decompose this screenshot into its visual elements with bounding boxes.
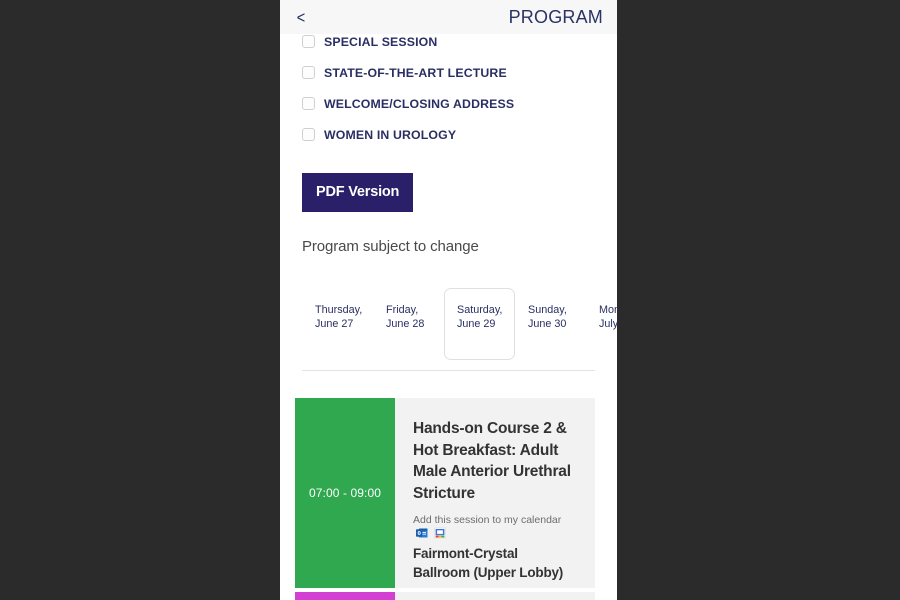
- checkbox-welcome-closing-address[interactable]: [302, 97, 315, 110]
- scroll-content[interactable]: SPECIAL SESSION STATE-OF-THE-ART LECTURE…: [280, 0, 617, 600]
- session-card[interactable]: Nursing Room / Salle: [295, 592, 595, 600]
- tab-saturday-june-29[interactable]: Saturday, June 29: [444, 288, 515, 360]
- page-title: PROGRAM: [508, 6, 603, 27]
- program-notice: Program subject to change: [302, 238, 479, 255]
- session-details: Hands-on Course 2 & Hot Breakfast: Adult…: [395, 398, 595, 588]
- filter-row[interactable]: STATE-OF-THE-ART LECTURE: [302, 57, 595, 88]
- divider: [302, 370, 595, 371]
- checkbox-special-session[interactable]: [302, 35, 315, 48]
- chevron-left-icon[interactable]: <: [293, 9, 308, 26]
- session-schedule-list: 07:00 - 09:00 Hands-on Course 2 & Hot Br…: [280, 398, 617, 600]
- filter-label: STATE-OF-THE-ART LECTURE: [324, 65, 507, 80]
- ical-calendar-icon[interactable]: [434, 527, 446, 539]
- tab-sunday-june-30[interactable]: Sunday, June 30: [515, 288, 586, 346]
- pdf-version-button[interactable]: PDF Version: [302, 173, 414, 212]
- add-to-calendar-label: Add this session to my calendar: [413, 514, 562, 526]
- add-to-calendar: Add this session to my calendar: [413, 513, 577, 541]
- filter-label: SPECIAL SESSION: [324, 34, 438, 49]
- checkbox-women-in-urology[interactable]: [302, 128, 315, 141]
- session-details: Nursing Room / Salle: [395, 592, 595, 600]
- tab-friday-june-28[interactable]: Friday, June 28: [373, 288, 444, 346]
- filter-row[interactable]: WELCOME/CLOSING ADDRESS: [302, 88, 595, 119]
- mobile-viewport: SPECIAL SESSION STATE-OF-THE-ART LECTURE…: [280, 0, 617, 600]
- session-room: Fairmont-Crystal Ballroom (Upper Lobby): [413, 546, 564, 580]
- tab-monday-july-1[interactable]: Monday, July 1: [586, 288, 617, 346]
- pdf-button-container: PDF Version: [280, 150, 617, 212]
- outlook-calendar-icon[interactable]: [416, 527, 428, 539]
- filter-row[interactable]: WOMEN IN UROLOGY: [302, 119, 595, 150]
- tab-thursday-june-27[interactable]: Thursday, June 27: [302, 288, 373, 346]
- filter-label: WOMEN IN UROLOGY: [324, 127, 457, 142]
- checkbox-state-of-the-art-lecture[interactable]: [302, 66, 315, 79]
- session-time-block[interactable]: [295, 592, 395, 600]
- filter-label: WELCOME/CLOSING ADDRESS: [324, 96, 515, 111]
- session-time-block[interactable]: 07:00 - 09:00: [295, 398, 395, 588]
- app-header: < PROGRAM: [280, 0, 617, 34]
- day-tab-bar[interactable]: Thursday, June 27 Friday, June 28 Saturd…: [280, 288, 617, 360]
- session-card[interactable]: 07:00 - 09:00 Hands-on Course 2 & Hot Br…: [295, 398, 595, 588]
- session-title: Hands-on Course 2 & Hot Breakfast: Adult…: [413, 420, 571, 502]
